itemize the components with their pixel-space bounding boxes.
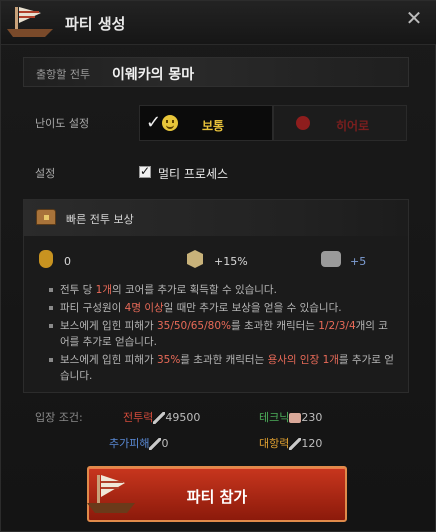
technique-label: 테크닉: [259, 411, 290, 424]
extra-damage-label: 추가피해: [109, 437, 150, 450]
resistance-value: 120: [301, 437, 323, 450]
gear-icon: [321, 251, 341, 267]
skull-icon: [296, 116, 310, 130]
sword-icon: [289, 438, 302, 450]
difficulty-label: 난이도 설정: [35, 117, 90, 130]
reward-header: 빠른 전투 보상: [24, 200, 408, 236]
list-item: 보스에게 입힌 피해가 35/50/65/80%를 초과한 캐릭터는 1/2/3…: [46, 318, 396, 350]
gear-reward-value: +5: [350, 255, 367, 268]
multi-process-checkbox[interactable]: [139, 164, 151, 178]
check-icon: ✓: [146, 112, 162, 133]
multi-process-label[interactable]: 멀티 프로세스: [158, 165, 228, 182]
ship-icon: [7, 7, 53, 37]
close-icon[interactable]: ✕: [403, 7, 425, 29]
extra-damage-condition: 추가피해 0: [109, 435, 168, 451]
rank-icon: [187, 250, 203, 268]
list-item: 파티 구성원이 4명 이상일 때만 추가로 보상을 얻을 수 있습니다.: [46, 300, 396, 316]
destination-row: 출항할 전투 이웨카의 몽마: [23, 57, 409, 87]
extra-damage-value: 0: [161, 437, 169, 450]
destination-value: 이웨카의 몽마: [112, 67, 195, 83]
chest-icon: [36, 209, 56, 225]
combat-power-label: 전투력: [123, 411, 154, 424]
sword-icon: [149, 438, 162, 450]
settings-label: 설정: [35, 167, 56, 180]
bag-icon: [39, 250, 53, 268]
combat-power-condition: 전투력 49500: [123, 409, 200, 425]
window-header: 파티 생성 ✕: [1, 1, 436, 45]
difficulty-normal-label: 보통: [202, 119, 225, 133]
sword-icon: [153, 412, 166, 424]
destination-label: 출항할 전투: [36, 68, 91, 81]
technique-condition: 테크닉 230: [259, 409, 322, 425]
list-item: 보스에게 입힌 피해가 35%를 초과한 캐릭터는 용사의 인장 1개를 추가로…: [46, 352, 396, 384]
join-party-label: 파티 참가: [186, 488, 248, 506]
tech-icon: [289, 413, 302, 423]
smile-icon: [162, 115, 178, 131]
core-reward-value: 0: [64, 255, 71, 268]
entry-conditions-label: 입장 조건:: [35, 411, 83, 424]
combat-power-value: 49500: [165, 411, 201, 424]
reward-title: 빠른 전투 보상: [66, 213, 134, 226]
join-party-button[interactable]: 파티 참가: [87, 466, 347, 522]
difficulty-normal-button[interactable]: ✓ 보통: [139, 105, 273, 141]
window-title: 파티 생성: [65, 15, 126, 33]
difficulty-hero-label: 히어로: [336, 119, 370, 133]
quick-battle-reward-panel: 빠른 전투 보상 0 +15% +5 전투 당 1개의 코어를 추가로 획득할 …: [23, 199, 409, 393]
resistance-label: 대항력: [259, 437, 290, 450]
list-item: 전투 당 1개의 코어를 추가로 획득할 수 있습니다.: [46, 282, 396, 298]
difficulty-hero-button[interactable]: 히어로: [273, 105, 407, 141]
exp-reward-value: +15%: [214, 255, 248, 268]
resistance-condition: 대항력 120: [259, 435, 322, 451]
reward-info-list: 전투 당 1개의 코어를 추가로 획득할 수 있습니다. 파티 구성원이 4명 …: [46, 282, 396, 386]
technique-value: 230: [301, 411, 323, 424]
create-party-window: 파티 생성 ✕ 출항할 전투 이웨카의 몽마 난이도 설정 ✓ 보통 히어로 설…: [0, 0, 436, 532]
